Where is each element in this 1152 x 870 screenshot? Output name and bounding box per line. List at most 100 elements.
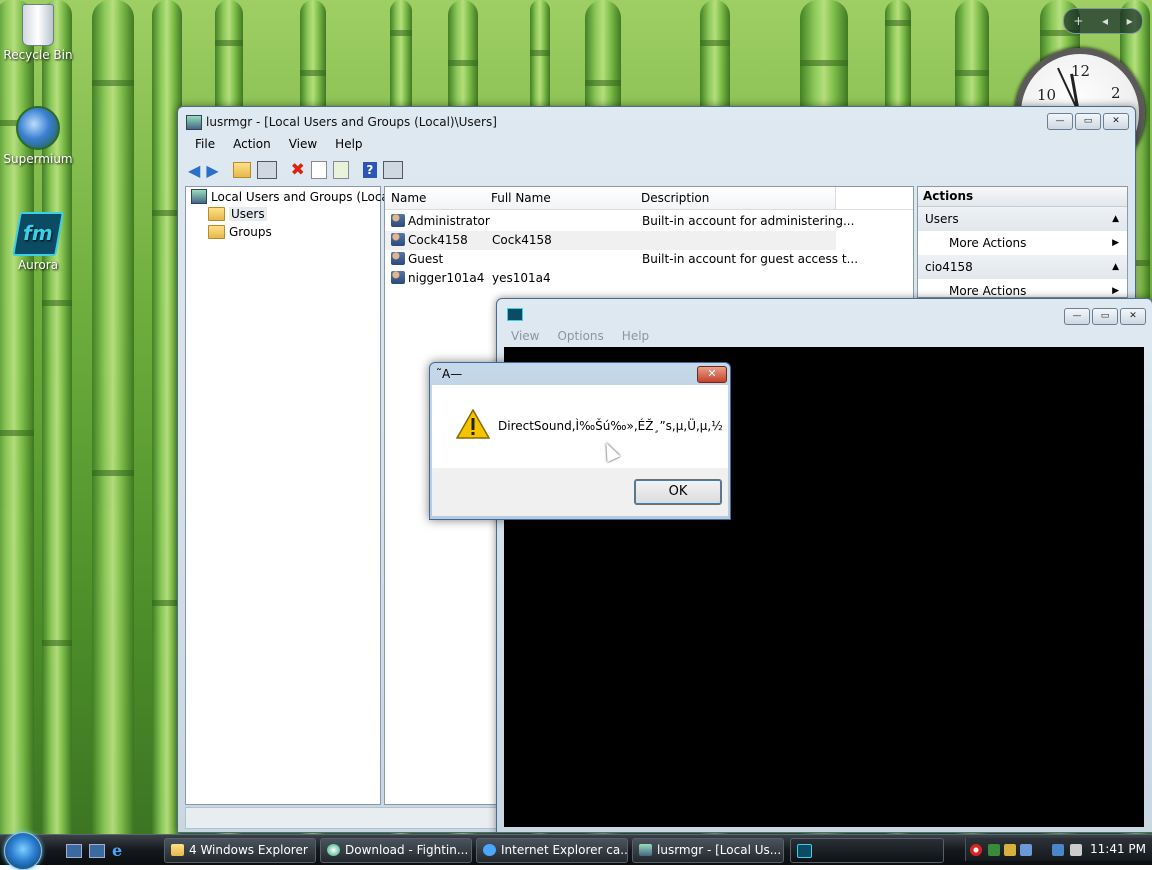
close-button[interactable]: ✕ [1120, 308, 1146, 325]
dialog-close-button[interactable]: ✕ [697, 366, 727, 383]
user-icon [391, 214, 405, 227]
show-desktop-icon[interactable] [66, 844, 82, 858]
table-row[interactable]: Administrator Built-in account for admin… [385, 212, 913, 231]
switch-windows-icon[interactable] [89, 844, 105, 858]
security-alert-icon[interactable] [970, 844, 982, 856]
delete-icon[interactable]: ✖ [291, 160, 305, 180]
menu-view[interactable]: View [502, 329, 548, 343]
tree-item-users[interactable]: Users [208, 207, 267, 221]
close-button[interactable]: ✕ [1103, 113, 1129, 130]
menu-file[interactable]: File [186, 137, 224, 151]
message-dialog[interactable]: ˜A— ✕ DirectSound,Ì‰Šú‰»,ÉŽ¸”s,µ,Ü,µ,½ O… [429, 362, 731, 520]
forward-arrow-icon[interactable]: ▶ [206, 161, 218, 180]
gadget-prev-button[interactable]: ◂ [1102, 14, 1108, 28]
user-icon [391, 233, 405, 246]
dialog-title: ˜A— [436, 367, 463, 381]
window-title: lusrmgr - [Local Users and Groups (Local… [206, 115, 497, 129]
column-header-name[interactable]: Name [385, 187, 486, 209]
actions-section-user-label: cio4158 [925, 260, 973, 274]
more-actions-users[interactable]: More Actions ▶ [918, 231, 1127, 255]
dialog-footer: OK [432, 468, 728, 516]
folder-icon [208, 207, 225, 221]
actions-pane: Actions Users ▲ More Actions ▶ cio4158 ▲… [917, 186, 1128, 298]
toolbar: ◀ ▶ ✖ ? [188, 159, 403, 181]
desktop-icon-recycle-bin[interactable]: Recycle Bin [0, 4, 76, 62]
taskbar-button-label: 4 Windows Explorer [189, 843, 308, 857]
table-row[interactable]: Cock4158 Cock4158 [385, 231, 836, 250]
show-action-pane-icon[interactable] [382, 161, 403, 179]
menu-action[interactable]: Action [224, 137, 280, 151]
show-hide-tree-icon[interactable] [256, 161, 277, 179]
ok-button[interactable]: OK [634, 479, 722, 505]
menu-view[interactable]: View [280, 137, 326, 151]
user-name: Administrator [408, 214, 490, 228]
export-list-icon[interactable] [332, 161, 349, 179]
taskbar-button-windows-explorer[interactable]: 4 Windows Explorer ▼ [164, 838, 316, 863]
user-description: Built-in account for administering... [642, 214, 855, 228]
actions-header: Actions [918, 187, 1127, 207]
tree-root-label: Local Users and Groups (Local) [211, 189, 397, 204]
collapse-icon[interactable]: ▲ [1112, 207, 1119, 231]
recycle-bin-label: Recycle Bin [3, 48, 73, 62]
aurora-app-icon [507, 308, 523, 321]
add-gadget-button[interactable]: + [1073, 14, 1083, 28]
tree-root[interactable]: Local Users and Groups (Local) [191, 189, 397, 204]
maximize-button[interactable]: ▭ [1075, 113, 1101, 130]
menu-help[interactable]: Help [613, 329, 658, 343]
taskbar-button-label: lusrmgr - [Local Us... [657, 843, 782, 857]
taskbar-button-label: Internet Explorer ca... [501, 843, 628, 857]
shield-icon[interactable] [988, 844, 1000, 856]
tree-item-groups[interactable]: Groups [208, 225, 272, 239]
tree-item-users-label: Users [229, 207, 267, 221]
collapse-icon[interactable]: ▲ [1112, 255, 1119, 279]
network-icon[interactable] [1052, 844, 1064, 856]
local-users-groups-icon [191, 189, 207, 204]
lusrmgr-titlebar[interactable]: lusrmgr - [Local Users and Groups (Local… [178, 107, 1135, 135]
supermium-browser-icon [16, 106, 60, 150]
start-button[interactable] [4, 832, 42, 870]
gadget-next-button[interactable]: ▸ [1127, 14, 1133, 28]
aurora-titlebar[interactable]: — ▭ ✕ [497, 299, 1152, 327]
tray-app-icon[interactable] [1020, 844, 1032, 856]
help-icon[interactable]: ? [362, 162, 377, 178]
minimize-button[interactable]: — [1047, 113, 1073, 130]
tray-app-icon[interactable] [1004, 844, 1016, 856]
user-full-name: Cock4158 [492, 233, 552, 247]
table-row[interactable]: Guest Built-in account for guest access … [385, 250, 913, 269]
aurora-label: Aurora [17, 258, 59, 272]
desktop-icon-supermium[interactable]: Supermium [0, 106, 76, 166]
internet-explorer-icon[interactable]: e [112, 841, 122, 860]
recycle-bin-icon [22, 4, 54, 46]
back-arrow-icon[interactable]: ◀ [188, 161, 200, 180]
taskbar-button-aurora[interactable] [790, 838, 944, 863]
more-actions-label: More Actions [949, 284, 1027, 298]
actions-section-users-label: Users [925, 212, 959, 226]
maximize-button[interactable]: ▭ [1092, 308, 1118, 325]
menu-options[interactable]: Options [548, 329, 612, 343]
user-description: Built-in account for guest access t... [642, 252, 859, 266]
taskbar-button-internet-explorer[interactable]: Internet Explorer ca... [476, 838, 628, 863]
volume-muted-icon[interactable] [1070, 844, 1082, 856]
desktop-icon-aurora[interactable]: fm Aurora [0, 212, 76, 272]
up-folder-icon[interactable] [232, 162, 251, 178]
column-header-description[interactable]: Description [635, 187, 836, 209]
table-row[interactable]: nigger101a4 yes101a4 [385, 269, 913, 288]
more-actions-label: More Actions [949, 236, 1027, 250]
menu-bar: File Action View Help [186, 137, 372, 151]
properties-icon[interactable] [310, 161, 327, 179]
taskbar-button-download[interactable]: Download - Fightin... [320, 838, 472, 863]
computer-management-icon [639, 844, 652, 856]
taskbar-button-lusrmgr[interactable]: lusrmgr - [Local Us... [632, 838, 784, 863]
minimize-button[interactable]: — [1064, 308, 1090, 325]
actions-section-users[interactable]: Users ▲ [918, 207, 1127, 231]
user-name: Cock4158 [408, 233, 468, 247]
submenu-arrow-icon: ▶ [1112, 238, 1119, 248]
column-header-full-name[interactable]: Full Name [485, 187, 636, 209]
taskbar: e 4 Windows Explorer ▼ Download - Fighti… [0, 832, 1152, 870]
aurora-menu-bar: View Options Help [502, 329, 658, 343]
actions-section-user[interactable]: cio4158 ▲ [918, 255, 1127, 279]
dialog-message: DirectSound,Ì‰Šú‰»,ÉŽ¸”s,µ,Ü,µ,½ [498, 419, 723, 433]
clock-time[interactable]: 11:41 PM [1090, 842, 1146, 856]
user-name: nigger101a4 [408, 271, 485, 285]
menu-help[interactable]: Help [326, 137, 371, 151]
